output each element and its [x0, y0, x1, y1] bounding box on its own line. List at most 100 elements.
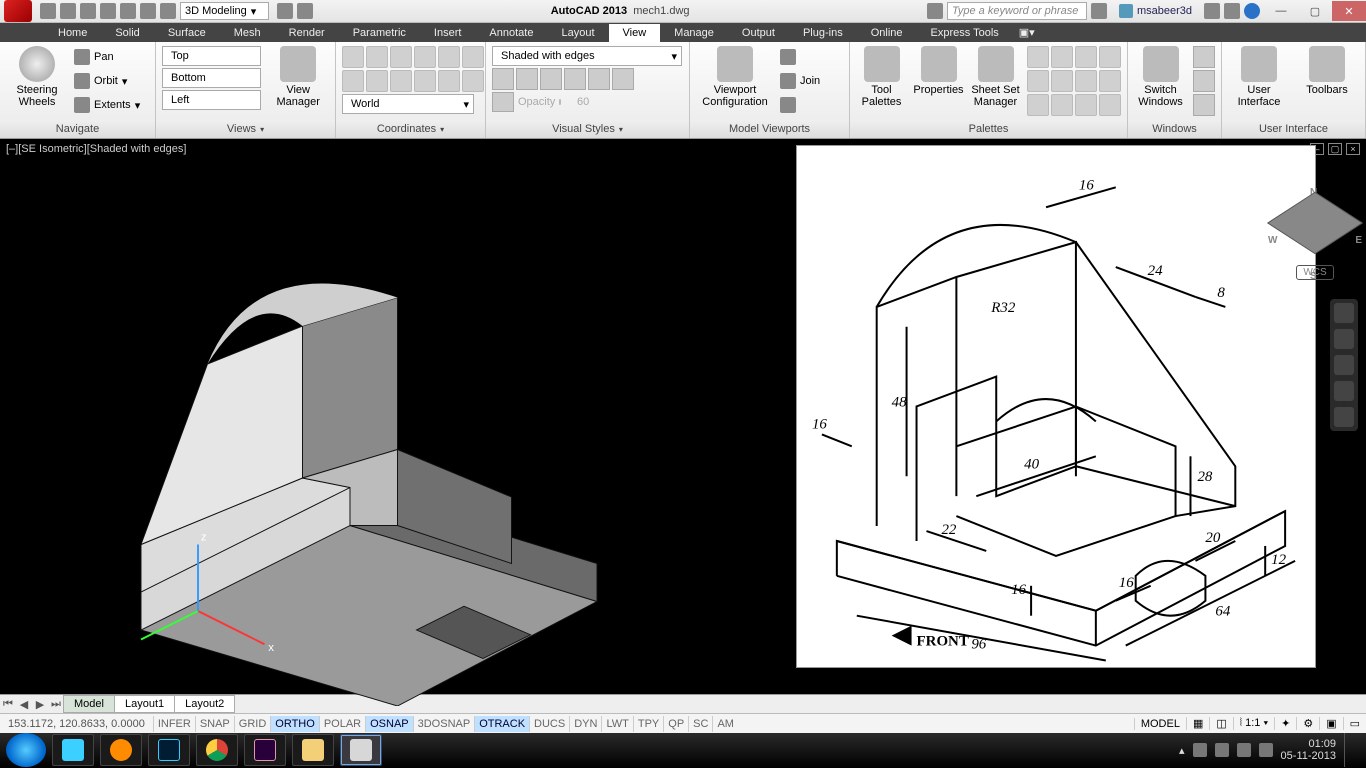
search-input[interactable]: Type a keyword or phrase — [947, 2, 1087, 20]
drawing-area[interactable]: [–][SE Isometric][Shaded with edges] – ▢… — [0, 139, 1366, 694]
tray-network-icon[interactable] — [1215, 743, 1229, 757]
panel-expand-icon[interactable]: ▾ — [260, 125, 264, 134]
tab-output[interactable]: Output — [728, 24, 789, 42]
tab-surface[interactable]: Surface — [154, 24, 220, 42]
tile-v-icon[interactable] — [1193, 70, 1215, 92]
tool-palettes-button[interactable]: Tool Palettes — [856, 46, 907, 108]
tab-manage[interactable]: Manage — [660, 24, 728, 42]
status-toggle-polar[interactable]: POLAR — [319, 716, 365, 732]
status-toggle-am[interactable]: AM — [712, 716, 738, 732]
vs-icon[interactable] — [492, 68, 514, 90]
status-toggle-ducs[interactable]: DUCS — [529, 716, 569, 732]
opacity-icon[interactable] — [492, 92, 514, 112]
orbit-button[interactable]: Orbit▾ — [74, 70, 140, 92]
steering-wheels-button[interactable]: Steering Wheels — [6, 46, 68, 108]
viewcube[interactable]: N W E S WCS — [1272, 189, 1358, 280]
layout-last-icon[interactable]: ⏭ — [48, 698, 64, 711]
nav-zoom-icon[interactable] — [1334, 355, 1354, 375]
status-icon[interactable]: ◫ — [1209, 717, 1232, 730]
qat-save-icon[interactable] — [80, 3, 96, 19]
ucs-icon[interactable] — [414, 70, 436, 92]
qat-undo-icon[interactable] — [140, 3, 156, 19]
tray-expand-icon[interactable]: ▴ — [1179, 744, 1185, 757]
layout-prev-icon[interactable]: ◀ — [16, 698, 32, 711]
nav-fullnav-icon[interactable] — [1334, 303, 1354, 323]
infocenter-icon[interactable] — [927, 3, 943, 19]
ribbon-extra-icon[interactable]: ▣▾ — [1013, 23, 1041, 42]
sheetset-button[interactable]: Sheet Set Manager — [970, 46, 1021, 108]
stayconnected-icon[interactable] — [1224, 3, 1240, 19]
qat-extra1-icon[interactable] — [277, 3, 293, 19]
opacity-slider[interactable] — [559, 99, 561, 105]
vs-icon[interactable] — [540, 68, 562, 90]
vs-icon[interactable] — [612, 68, 634, 90]
palette-icon[interactable] — [1075, 70, 1097, 92]
status-toggle-dyn[interactable]: DYN — [569, 716, 601, 732]
tab-mesh[interactable]: Mesh — [220, 24, 275, 42]
ucs-icon[interactable] — [366, 70, 388, 92]
start-button[interactable] — [6, 733, 46, 767]
tab-online[interactable]: Online — [857, 24, 917, 42]
tab-plugins[interactable]: Plug-ins — [789, 24, 857, 42]
status-toggle-qp[interactable]: QP — [663, 716, 688, 732]
qat-new-icon[interactable] — [40, 3, 56, 19]
toolbars-button[interactable]: Toolbars — [1296, 46, 1358, 96]
qat-saveas-icon[interactable] — [100, 3, 116, 19]
taskbar-app-ie[interactable] — [52, 734, 94, 766]
palette-icon[interactable] — [1051, 70, 1073, 92]
status-toggle-3dosnap[interactable]: 3DOSNAP — [413, 716, 475, 732]
palette-icon[interactable] — [1099, 70, 1121, 92]
taskbar-app-chrome[interactable] — [196, 734, 238, 766]
app-menu-button[interactable] — [4, 0, 32, 22]
switch-windows-button[interactable]: Switch Windows — [1134, 46, 1187, 108]
palette-icon[interactable] — [1027, 94, 1049, 116]
taskbar-app-explorer[interactable] — [292, 734, 334, 766]
anno-scale[interactable]: ⦚ 1:1 ▾ — [1233, 717, 1274, 730]
nav-pan-icon[interactable] — [1334, 329, 1354, 349]
ucs-icon[interactable] — [438, 46, 460, 68]
properties-button[interactable]: Properties — [913, 46, 964, 96]
close-button[interactable]: ✕ — [1332, 1, 1366, 21]
status-toggle-osnap[interactable]: OSNAP — [365, 716, 413, 732]
view-manager-button[interactable]: View Manager — [267, 46, 329, 108]
status-toggle-otrack[interactable]: OTRACK — [474, 716, 529, 732]
search-go-icon[interactable] — [1091, 3, 1107, 19]
ucs-icon[interactable] — [390, 70, 412, 92]
tab-layout[interactable]: Layout — [547, 24, 608, 42]
taskbar-app-premiere[interactable] — [244, 734, 286, 766]
status-toggle-sc[interactable]: SC — [688, 716, 712, 732]
tab-home[interactable]: Home — [44, 24, 101, 42]
maximize-button[interactable]: ▢ — [1298, 1, 1332, 21]
tile-h-icon[interactable] — [1193, 46, 1215, 68]
ucs-icon[interactable] — [414, 46, 436, 68]
layout-first-icon[interactable]: ⏮ — [0, 698, 16, 711]
status-icon[interactable]: ▭ — [1343, 717, 1366, 730]
tab-parametric[interactable]: Parametric — [339, 24, 420, 42]
palette-icon[interactable] — [1051, 94, 1073, 116]
taskbar-app-wmp[interactable] — [100, 734, 142, 766]
tray-volume-icon[interactable] — [1237, 743, 1251, 757]
view-top-select[interactable]: Top — [162, 46, 261, 66]
tab-annotate[interactable]: Annotate — [475, 24, 547, 42]
status-toggle-tpy[interactable]: TPY — [633, 716, 663, 732]
ucs-icon[interactable] — [462, 70, 484, 92]
panel-expand-icon[interactable]: ▾ — [440, 125, 444, 134]
palette-icon[interactable] — [1051, 46, 1073, 68]
panel-expand-icon[interactable]: ▾ — [619, 125, 623, 134]
palette-icon[interactable] — [1075, 46, 1097, 68]
signin-area[interactable]: msabeer3d — [1111, 4, 1200, 18]
help-icon[interactable] — [1244, 3, 1260, 19]
named-viewport-button[interactable] — [780, 46, 820, 68]
ucs-icon[interactable] — [390, 46, 412, 68]
ucs-icon[interactable] — [342, 46, 364, 68]
status-icon[interactable]: ✦ — [1274, 717, 1296, 730]
restore-viewport-button[interactable] — [780, 94, 820, 116]
view-bottom-select[interactable]: Bottom — [162, 68, 261, 88]
viewcube-cube[interactable] — [1267, 192, 1363, 254]
vs-icon[interactable] — [564, 68, 586, 90]
vs-icon[interactable] — [588, 68, 610, 90]
view-left-select[interactable]: Left — [162, 90, 261, 110]
space-toggle[interactable]: MODEL — [1134, 718, 1186, 730]
tray-battery-icon[interactable] — [1259, 743, 1273, 757]
status-icon[interactable]: ▣ — [1319, 717, 1342, 730]
